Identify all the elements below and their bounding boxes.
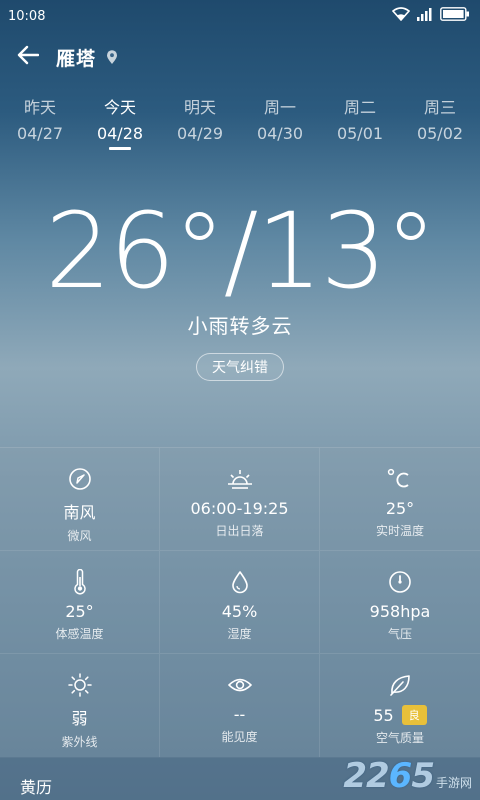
detail-value: -- <box>233 705 246 724</box>
tab-day-label: 周一 <box>263 98 296 117</box>
back-button[interactable] <box>0 35 56 79</box>
temperature-range: 26°/13° <box>45 190 437 312</box>
detail-value: 25° <box>65 602 94 621</box>
watermark-number: 2265 <box>343 756 435 796</box>
detail-label: 能见度 <box>221 730 258 744</box>
detail-label: 紫外线 <box>61 735 98 749</box>
tab-day-label: 周二 <box>343 98 376 117</box>
detail-uv: 弱 紫外线 <box>0 654 160 758</box>
detail-realtime-temp: 25° 实时温度 <box>320 448 480 551</box>
sunrise-sunset-value: 06:00-19:25 <box>191 499 289 518</box>
tab-date-label: 04/28 <box>96 124 144 143</box>
detail-pressure: 958hpa 气压 <box>320 551 480 654</box>
tab-day-label: 昨天 <box>23 98 56 117</box>
detail-wind: 南风 微风 <box>0 448 160 551</box>
detail-value: 958hpa <box>369 602 431 621</box>
detail-value: 55 <box>373 705 394 725</box>
location-pin-icon[interactable] <box>106 49 118 65</box>
uv-value: 弱 <box>71 705 87 729</box>
thermometer-icon <box>72 569 88 595</box>
wifi-icon <box>391 7 411 25</box>
day-tabs: 昨天 04/27 今天 04/28 明天 04/29 周一 04/30 周二 0… <box>0 88 480 150</box>
tab-date-label: 04/27 <box>16 124 64 143</box>
detail-label: 空气质量 <box>375 731 424 745</box>
tab-date-label: 05/01 <box>336 124 384 143</box>
watermark-number-highlight: 6 <box>388 756 413 796</box>
feels-like-value: 25° <box>65 602 93 621</box>
detail-visibility: -- 能见度 <box>160 654 320 758</box>
weather-details-grid: 南风 微风 06:00-19:25 日出日落 25° 实时温度 25° 体感温度… <box>0 447 480 758</box>
aqi-badge: 良 <box>401 705 427 725</box>
status-icons <box>391 7 470 25</box>
detail-value: 45% <box>221 602 258 621</box>
air-quality-value: 55 良 <box>373 705 427 725</box>
leaf-icon <box>388 672 412 698</box>
detail-humidity: 45% 湿度 <box>160 551 320 654</box>
detail-sunrise-sunset: 06:00-19:25 日出日落 <box>160 448 320 551</box>
top-bar: 雁塔 <box>0 32 480 82</box>
watermark-text: 手游网 <box>435 776 472 790</box>
detail-value: 南风 <box>63 503 96 522</box>
gauge-icon <box>388 569 412 595</box>
watermark-number-suffix: 5 <box>411 756 435 796</box>
tab-tomorrow[interactable]: 明天 04/29 <box>160 88 240 150</box>
detail-label: 体感温度 <box>55 627 104 641</box>
sun-icon <box>67 672 93 698</box>
wind-direction: 南风 <box>63 499 95 523</box>
detail-label: 日出日落 <box>215 524 264 538</box>
sunrise-icon <box>226 466 254 492</box>
status-time: 10:08 <box>8 8 46 24</box>
watermark-logo: 2265 手游网 <box>343 756 472 796</box>
eye-icon <box>227 672 253 698</box>
detail-value: 06:00-19:25 <box>190 499 289 518</box>
detail-feels-like: 25° 体感温度 <box>0 551 160 654</box>
tab-date-label: 05/02 <box>416 124 464 143</box>
detail-label: 实时温度 <box>375 524 424 538</box>
visibility-value: -- <box>234 705 246 724</box>
tab-underline <box>109 147 131 150</box>
realtime-temp-value: 25° <box>386 499 414 518</box>
detail-label: 微风 <box>67 529 92 543</box>
tab-wednesday[interactable]: 周三 05/02 <box>400 88 480 150</box>
detail-air-quality[interactable]: 55 良 空气质量 <box>320 654 480 758</box>
celsius-icon <box>387 466 413 492</box>
detail-value: 25° <box>385 499 415 518</box>
watermark-number-prefix: 22 <box>343 756 389 796</box>
pressure-value: 958hpa <box>370 602 431 621</box>
battery-icon <box>440 7 470 25</box>
city-name[interactable]: 雁塔 <box>56 44 96 71</box>
detail-label: 湿度 <box>227 627 252 641</box>
tab-day-label: 今天 <box>103 98 136 117</box>
tab-date-label: 04/29 <box>176 124 224 143</box>
tab-day-label: 周三 <box>423 98 456 117</box>
compass-icon <box>68 466 92 492</box>
tab-monday[interactable]: 周一 04/30 <box>240 88 320 150</box>
tab-day-label: 明天 <box>183 98 216 117</box>
tab-yesterday[interactable]: 昨天 04/27 <box>0 88 80 150</box>
tab-today[interactable]: 今天 04/28 <box>80 88 160 150</box>
arrow-left-icon <box>17 45 40 69</box>
signal-icon <box>416 7 434 25</box>
detail-label: 气压 <box>387 627 412 641</box>
tab-date-label: 04/30 <box>256 124 304 143</box>
status-bar: 10:08 <box>0 0 480 32</box>
drop-icon <box>231 569 249 595</box>
weather-condition: 小雨转多云 <box>187 314 293 338</box>
almanac-title: 黄历 <box>20 778 53 797</box>
weather-correction-button[interactable]: 天气纠错 <box>196 353 284 381</box>
tab-tuesday[interactable]: 周二 05/01 <box>320 88 400 150</box>
humidity-value: 45% <box>222 602 258 621</box>
detail-value: 弱 <box>71 709 88 728</box>
